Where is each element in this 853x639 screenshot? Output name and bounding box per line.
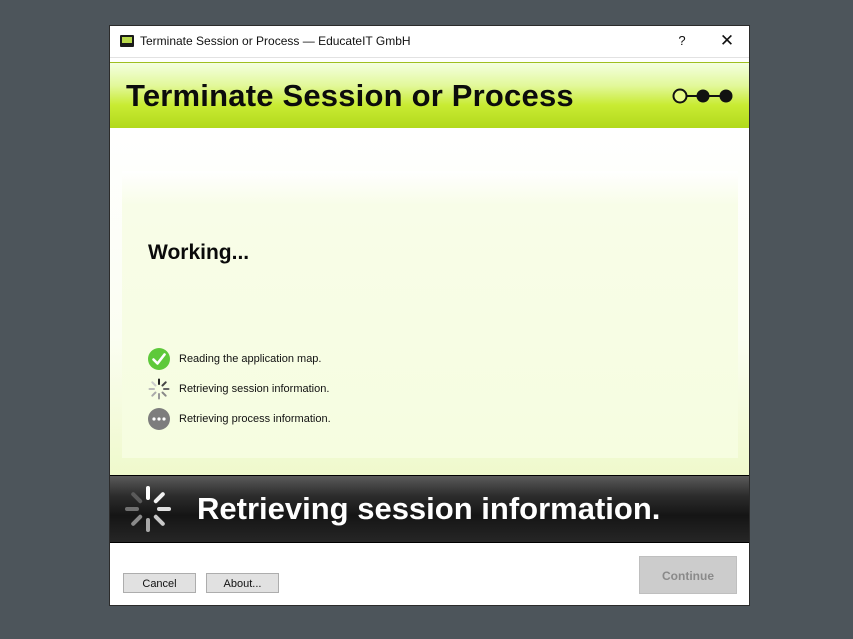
- task-label: Retrieving process information.: [179, 413, 331, 425]
- window-title: Terminate Session or Process — EducateIT…: [140, 34, 411, 48]
- task-label: Retrieving session information.: [179, 383, 330, 395]
- working-heading: Working...: [148, 241, 250, 264]
- task-item: Retrieving process information.: [148, 408, 448, 432]
- cancel-button[interactable]: Cancel: [123, 573, 196, 593]
- about-button[interactable]: About...: [206, 573, 279, 593]
- help-button[interactable]: ?: [660, 26, 704, 56]
- dialog-footer: Cancel About... Continue: [110, 543, 749, 605]
- status-text: Retrieving session information.: [197, 491, 661, 526]
- continue-button[interactable]: Continue: [639, 556, 737, 594]
- step-dot-2: [696, 89, 710, 103]
- ellipsis-circle-icon: [148, 408, 170, 430]
- step-dot-3: [719, 89, 733, 103]
- step-dot-1: [672, 88, 688, 104]
- title-bar[interactable]: Terminate Session or Process — EducateIT…: [110, 26, 749, 58]
- check-circle-icon: [148, 348, 170, 370]
- spinner-icon: [125, 486, 171, 532]
- task-label: Reading the application map.: [179, 353, 322, 365]
- app-icon: [120, 35, 134, 47]
- header-banner: Terminate Session or Process: [110, 62, 749, 129]
- dialog-window: Terminate Session or Process — EducateIT…: [109, 25, 750, 606]
- task-item: Retrieving session information.: [148, 378, 448, 402]
- status-bar: Retrieving session information.: [110, 475, 749, 543]
- spinner-icon: [148, 378, 170, 400]
- task-item: Reading the application map.: [148, 348, 448, 372]
- step-progress-indicator: [672, 88, 733, 104]
- close-button[interactable]: ✕: [705, 26, 749, 56]
- page-title: Terminate Session or Process: [126, 78, 574, 113]
